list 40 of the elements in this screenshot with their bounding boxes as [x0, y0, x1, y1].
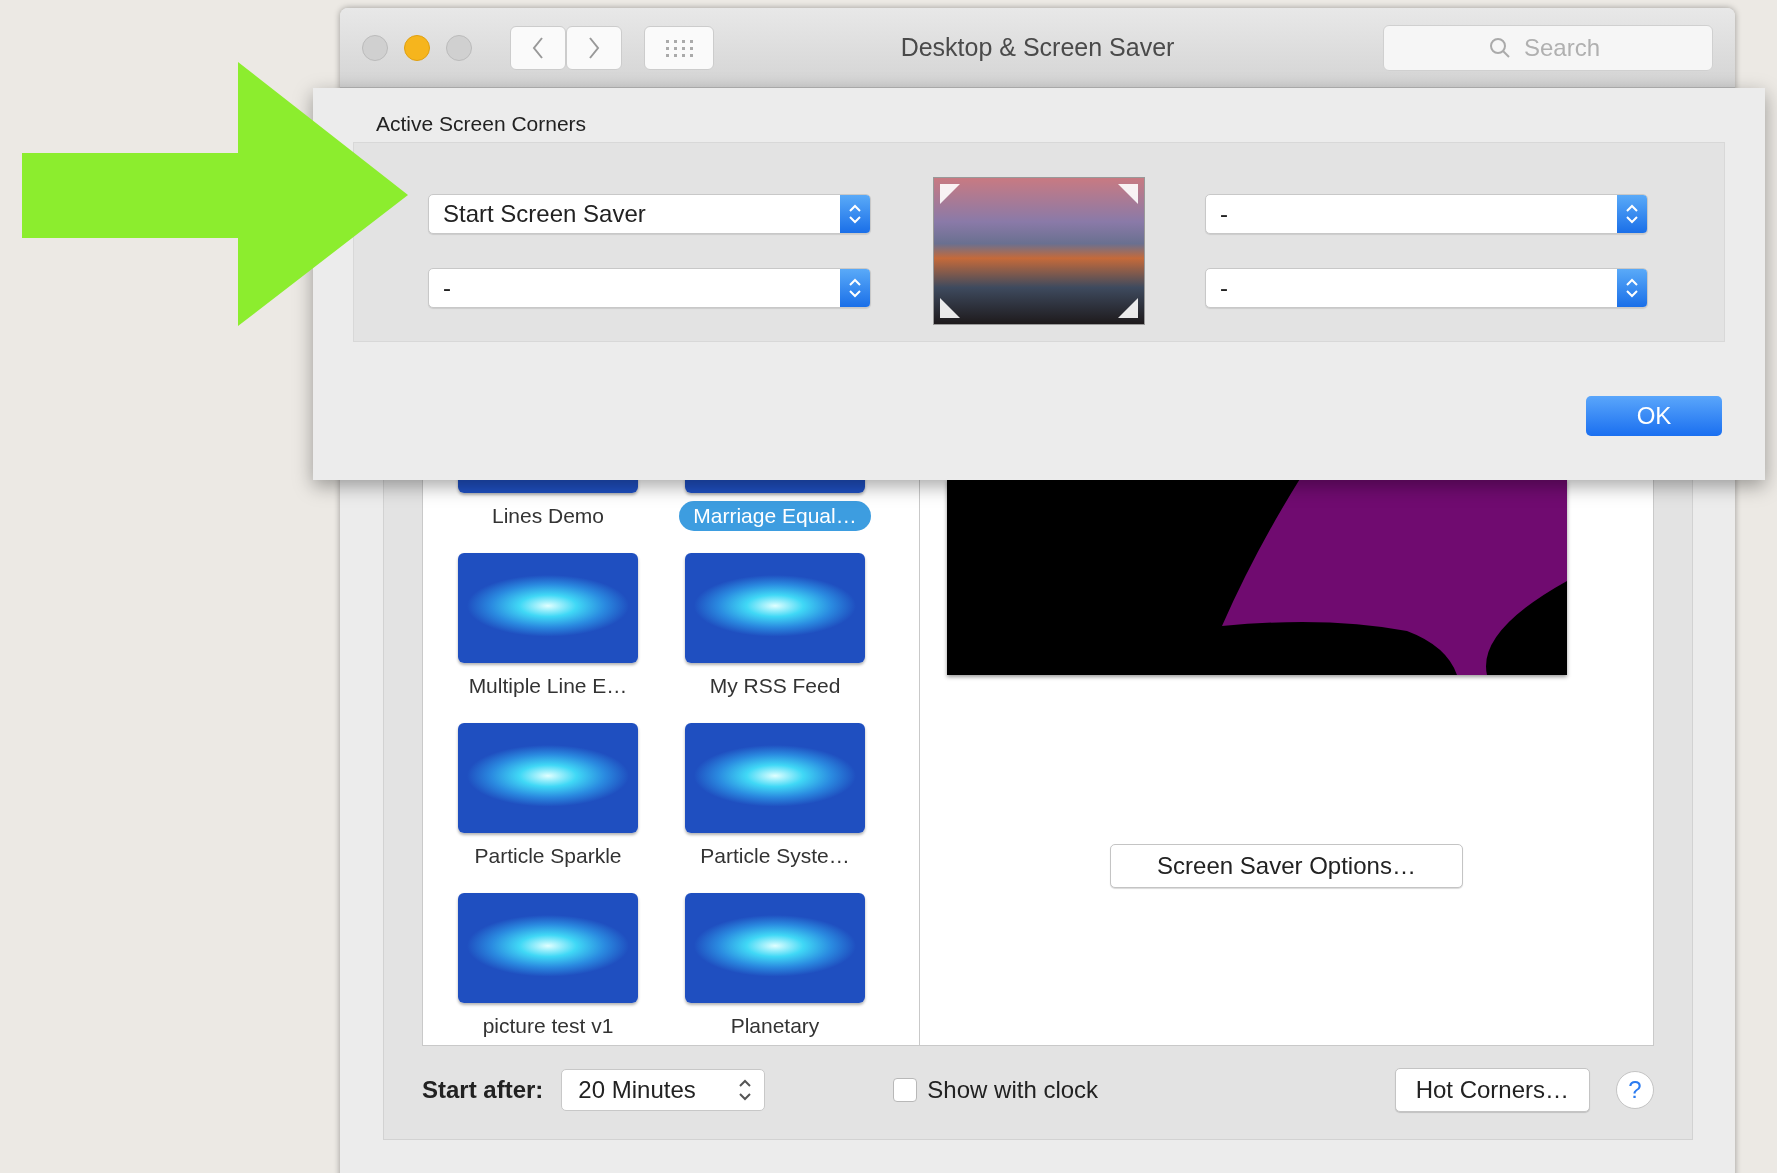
corner-marker-icon	[1118, 184, 1138, 204]
search-icon	[1489, 36, 1511, 59]
screen-saver-name[interactable]: Lines Demo	[477, 501, 619, 531]
sheet-title: Active Screen Corners	[376, 112, 587, 136]
hot-corners-button[interactable]: Hot Corners…	[1394, 1068, 1590, 1112]
corner-action-dropdown[interactable]: Start Screen Saver	[428, 194, 871, 234]
stepper-icon	[1617, 269, 1647, 307]
screen-saver-name[interactable]: Planetary	[716, 1011, 834, 1041]
corner-action-dropdown[interactable]: -	[1205, 268, 1648, 308]
corner-marker-icon	[1118, 298, 1138, 318]
corner-marker-icon	[940, 298, 960, 318]
chevron-left-icon	[531, 35, 545, 60]
swirl-thumbnail[interactable]	[458, 723, 638, 833]
stepper-icon	[840, 269, 870, 307]
corner-action-dropdown[interactable]: -	[428, 268, 871, 308]
swirl-thumbnail[interactable]	[685, 553, 865, 663]
help-button[interactable]: ?	[1616, 1071, 1654, 1109]
screen-saver-name[interactable]: Particle Syste…	[686, 841, 864, 871]
stepper-icon	[1617, 195, 1647, 233]
screen-saver-name[interactable]: Particle Sparkle	[460, 841, 636, 871]
stepper-icon	[738, 1077, 753, 1103]
window-title: Desktop & Screen Saver	[900, 33, 1175, 61]
stepper-icon	[840, 195, 870, 233]
start-after-label: Start after:	[422, 1076, 544, 1104]
show-clock-checkbox[interactable]	[893, 1078, 918, 1102]
start-after-select[interactable]: 20 Minutes	[561, 1069, 766, 1111]
swirl-thumbnail[interactable]	[685, 723, 865, 833]
screen-saver-name[interactable]: Multiple Line E…	[454, 671, 642, 701]
swirl-thumbnail[interactable]	[685, 893, 865, 1003]
chevron-right-icon	[587, 35, 601, 60]
corner-action-dropdown[interactable]: -	[1205, 194, 1648, 234]
swirl-thumbnail[interactable]	[458, 553, 638, 663]
screen-saver-name[interactable]: picture test v1	[468, 1011, 628, 1041]
grid-icon	[664, 37, 694, 58]
screen-saver-options-button[interactable]: Screen Saver Options…	[1110, 844, 1463, 888]
show-clock-label: Show with clock	[927, 1076, 1099, 1104]
search-field[interactable]: Search	[1383, 24, 1713, 71]
corner-marker-icon	[940, 184, 960, 204]
screen-saver-name[interactable]: My RSS Feed	[695, 671, 855, 701]
swirl-thumbnail[interactable]	[458, 893, 638, 1003]
